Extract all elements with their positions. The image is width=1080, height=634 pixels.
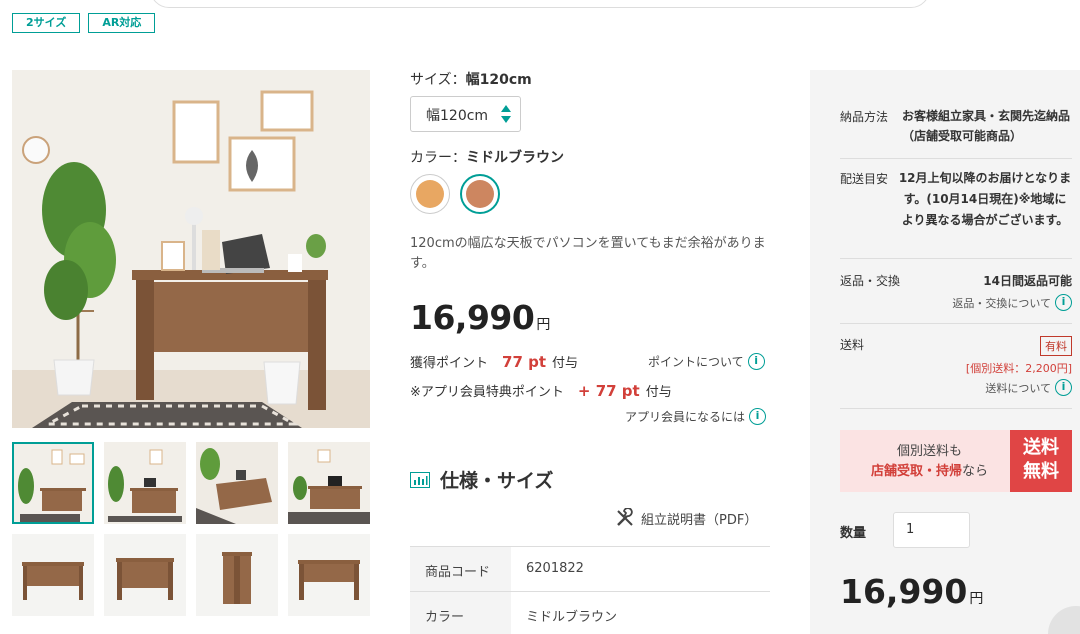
shipping-fee: 送料 有料 bbox=[840, 336, 1072, 356]
shipping-info-text: 送料について bbox=[985, 381, 1051, 395]
quantity-input[interactable]: 1 bbox=[893, 512, 970, 548]
delivery-method-value: お客様組立家具・玄関先迄納品（店舗受取可能商品） bbox=[902, 109, 1071, 143]
return-info-link[interactable]: 返品・交換について i bbox=[840, 294, 1072, 311]
app-points-suffix: 付与 bbox=[645, 385, 672, 400]
tag-ar: AR対応 bbox=[88, 13, 156, 33]
swatch-fill bbox=[416, 180, 444, 208]
info-icon: i bbox=[749, 408, 767, 425]
thumbnail-6[interactable] bbox=[104, 534, 186, 616]
product-description: 120cmの幅広な天板でパソコンを置いてもまだ余裕があります。 bbox=[410, 236, 766, 271]
color-value: ミドルブラウン bbox=[466, 150, 564, 166]
promo-tail: なら bbox=[962, 464, 989, 479]
tag-size: 2サイズ bbox=[12, 13, 81, 33]
free-badge-line2: 無料 bbox=[1023, 461, 1059, 482]
app-points-label: ※アプリ会員特典ポイント bbox=[410, 385, 564, 400]
delivery-eta-value: 12月上旬以降のお届けとなります。(10月14日現在)※地域により異なる場合がご… bbox=[898, 171, 1072, 227]
free-badge-line1: 送料 bbox=[1023, 437, 1059, 458]
return-label: 返品・交換 bbox=[840, 274, 901, 288]
promo-text: 個別送料も 店舗受取・持帰なら bbox=[852, 442, 1007, 482]
earned-points: 獲得ポイント 77 pt 付与 bbox=[410, 352, 578, 371]
quantity-label: 数量 bbox=[840, 526, 867, 541]
shipping-paid-badge: 有料 bbox=[1040, 336, 1072, 356]
divider bbox=[840, 323, 1072, 324]
points-info-text: ポイントについて bbox=[648, 355, 744, 369]
tools-icon bbox=[617, 508, 633, 526]
panel-price-amount: 16,990 bbox=[840, 572, 968, 611]
free-shipping-badge: 送料 無料 bbox=[1010, 430, 1072, 492]
delivery-method-label: 納品方法 bbox=[840, 110, 889, 124]
product-price: 16,990 円 bbox=[410, 298, 550, 337]
bar-chart-icon bbox=[410, 471, 430, 488]
earned-points-label: 獲得ポイント bbox=[410, 356, 489, 371]
size-select[interactable]: 幅120cm bbox=[410, 96, 521, 132]
search-box[interactable] bbox=[150, 0, 930, 8]
thumbnail-4[interactable] bbox=[288, 442, 370, 524]
thumbnail-7[interactable] bbox=[196, 534, 278, 616]
return-value: 14日間返品可能 bbox=[983, 274, 1072, 288]
thumbnail-8[interactable] bbox=[288, 534, 370, 616]
app-points: ※アプリ会員特典ポイント + 77 pt 付与 bbox=[410, 381, 672, 400]
spec-heading-text: 仕様・サイズ bbox=[440, 470, 554, 492]
shipping-label: 送料 bbox=[840, 338, 865, 352]
thumbnail-2[interactable] bbox=[104, 442, 186, 524]
assembly-manual-text: 組立説明書（PDF） bbox=[641, 512, 758, 528]
table-row: カラー ミドルブラウン bbox=[410, 592, 770, 634]
size-label-text: サイズ： bbox=[410, 72, 466, 88]
thumbnail-3[interactable] bbox=[196, 442, 278, 524]
app-member-link[interactable]: アプリ会員になるには i bbox=[625, 408, 767, 425]
free-shipping-banner[interactable]: 個別送料も 店舗受取・持帰なら 送料 無料 bbox=[840, 430, 1072, 492]
divider bbox=[840, 408, 1072, 409]
divider bbox=[840, 258, 1072, 259]
shipping-note: [個別送料：2,200円] bbox=[965, 362, 1072, 375]
shipping-info-link[interactable]: 送料について i bbox=[840, 379, 1072, 396]
panel-price: 16,990 円 bbox=[840, 572, 983, 611]
info-icon: i bbox=[1055, 379, 1072, 396]
earned-points-suffix: 付与 bbox=[552, 356, 579, 371]
spec-value: 6201822 bbox=[526, 561, 584, 576]
size-select-value: 幅120cm bbox=[426, 108, 489, 124]
app-points-value: + 77 pt bbox=[577, 382, 640, 400]
color-label: カラー：ミドルブラウン bbox=[410, 147, 564, 167]
color-swatch-light[interactable] bbox=[410, 174, 450, 214]
top-bar bbox=[0, 0, 1080, 10]
feature-tags: 2サイズ AR対応 bbox=[12, 13, 156, 33]
select-arrows-icon bbox=[501, 105, 511, 123]
size-label: サイズ：幅120cm bbox=[410, 69, 532, 89]
return-info-text: 返品・交換について bbox=[952, 296, 1051, 310]
spec-key: 商品コード bbox=[410, 547, 511, 591]
purchase-panel: 納品方法 お客様組立家具・玄関先迄納品（店舗受取可能商品） 配送目安 12月上旬… bbox=[810, 70, 1080, 634]
color-swatch-middle-brown[interactable] bbox=[460, 174, 500, 214]
spec-key: カラー bbox=[410, 592, 511, 634]
promo-emphasis: 店舗受取・持帰 bbox=[870, 464, 962, 479]
delivery-eta-label: 配送目安 bbox=[840, 172, 889, 186]
price-unit: 円 bbox=[536, 317, 550, 333]
main-product-image[interactable] bbox=[12, 70, 370, 428]
spec-value: ミドルブラウン bbox=[526, 610, 618, 625]
promo-line1: 個別送料も bbox=[896, 444, 962, 459]
swatch-fill bbox=[466, 180, 494, 208]
delivery-eta: 配送目安 12月上旬以降のお届けとなります。(10月14日現在)※地域により異な… bbox=[840, 170, 1072, 231]
thumbnail-1[interactable] bbox=[12, 442, 94, 524]
divider bbox=[840, 158, 1072, 159]
table-row: 商品コード 6201822 bbox=[410, 547, 770, 592]
panel-price-unit: 円 bbox=[969, 591, 984, 607]
points-info-link[interactable]: ポイントについて i bbox=[648, 353, 765, 370]
return-policy: 返品・交換 14日間返品可能 bbox=[840, 272, 1072, 289]
color-label-text: カラー： bbox=[410, 150, 466, 166]
price-amount: 16,990 bbox=[410, 298, 535, 337]
delivery-method: 納品方法 お客様組立家具・玄関先迄納品（店舗受取可能商品） bbox=[840, 108, 1072, 146]
app-member-text: アプリ会員になるには bbox=[625, 410, 746, 424]
assembly-manual-link[interactable]: 組立説明書（PDF） bbox=[615, 508, 757, 528]
spec-heading: 仕様・サイズ bbox=[410, 466, 553, 493]
thumbnail-5[interactable] bbox=[12, 534, 94, 616]
size-value: 幅120cm bbox=[465, 72, 532, 88]
earned-points-value: 77 pt bbox=[502, 353, 547, 371]
spec-table: 商品コード 6201822 カラー ミドルブラウン bbox=[410, 546, 770, 634]
info-icon: i bbox=[1055, 294, 1072, 311]
info-icon: i bbox=[747, 353, 765, 370]
promo-line2: 店舗受取・持帰なら bbox=[852, 462, 1007, 482]
